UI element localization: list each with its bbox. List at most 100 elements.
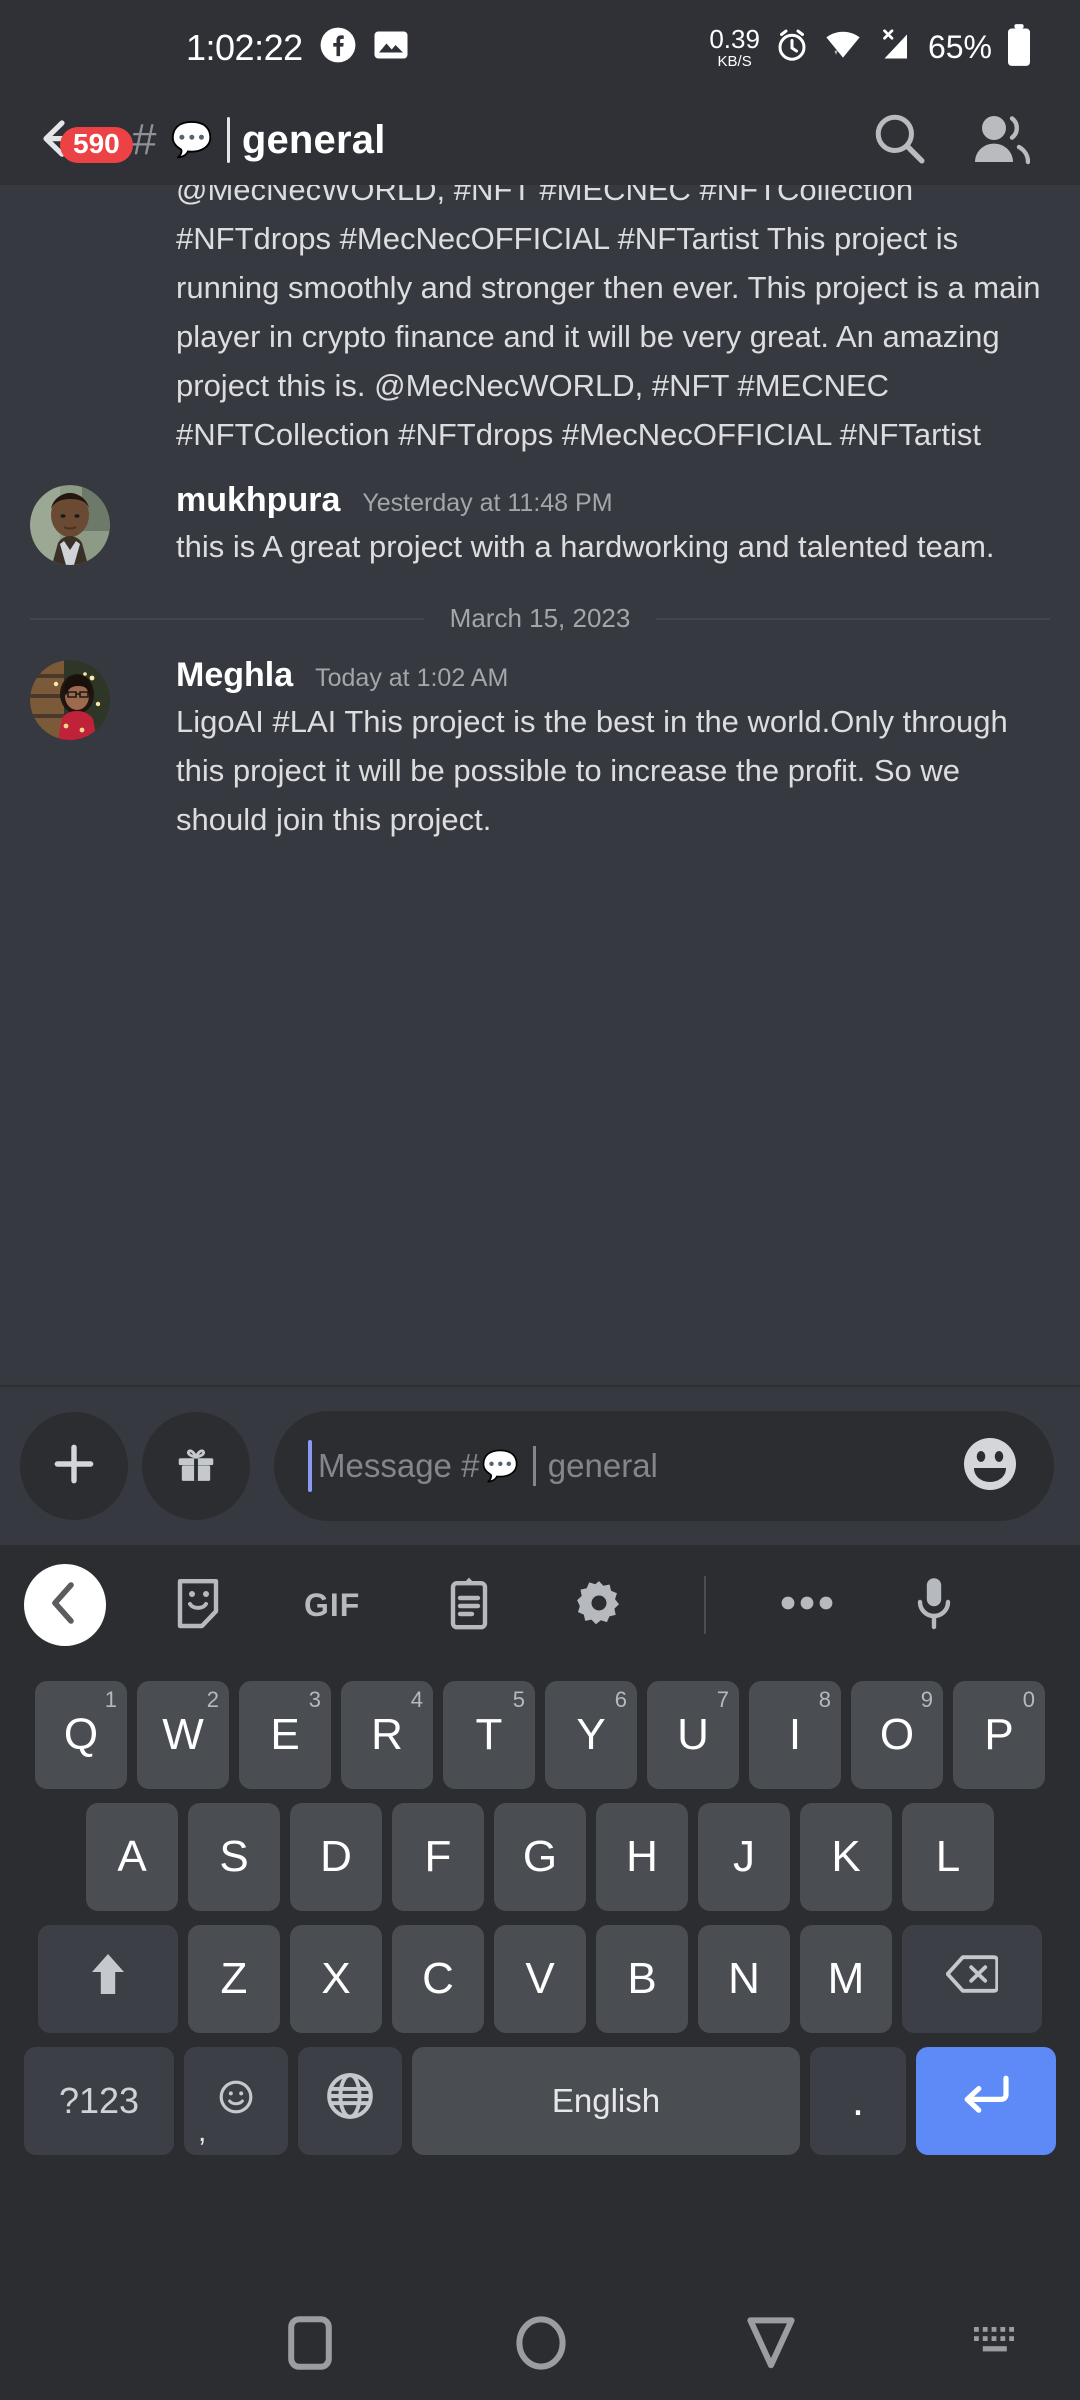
key-s[interactable]: S <box>188 1803 280 1911</box>
keyboard-settings-button[interactable] <box>574 1578 624 1633</box>
home-button[interactable] <box>516 2315 566 2375</box>
period-key[interactable]: . <box>810 2047 906 2155</box>
key-n[interactable]: N <box>698 1925 790 2033</box>
facebook-icon <box>319 26 357 69</box>
image-icon <box>373 29 409 66</box>
gif-button[interactable]: GIF <box>304 1587 360 1624</box>
space-key[interactable]: English <box>412 2047 800 2155</box>
back-button[interactable]: 590 <box>34 105 133 175</box>
on-screen-keyboard[interactable]: 1Q 2W 3E 4R 5T 6Y 7U 8I 9O 0P A S D F G … <box>0 1665 1080 2290</box>
wifi-icon <box>824 29 862 66</box>
sticker-icon <box>174 1576 222 1635</box>
status-bar-left: 1:02:22 <box>186 26 409 69</box>
key-label: U <box>677 1710 709 1759</box>
key-sup: 2 <box>206 1687 219 1712</box>
battery-percent: 65% <box>927 29 992 65</box>
key-sup: 8 <box>818 1687 831 1712</box>
key-e[interactable]: 3E <box>239 1681 331 1789</box>
key-q[interactable]: 1Q <box>35 1681 127 1789</box>
gift-button[interactable] <box>142 1412 250 1520</box>
more-dots-icon <box>780 1593 834 1618</box>
sticker-button[interactable] <box>174 1576 222 1635</box>
key-y[interactable]: 6Y <box>545 1681 637 1789</box>
header-actions <box>872 111 1031 170</box>
keyboard-back-button[interactable] <box>24 1564 106 1646</box>
message-body: mukhpura Yesterday at 11:48 PM this is A… <box>110 481 1050 571</box>
symbols-key[interactable]: ?123 <box>24 2047 174 2155</box>
placeholder-separator <box>532 1446 536 1486</box>
key-label: E <box>270 1710 300 1759</box>
date-divider: March 15, 2023 <box>30 603 1051 634</box>
phone-screen: 1:02:22 0.39 KB/S 65% 590 # 💬 general @M… <box>0 0 1080 2400</box>
hide-keyboard-button[interactable] <box>972 2325 1018 2366</box>
key-f[interactable]: F <box>392 1803 484 1911</box>
gear-icon <box>574 1578 624 1633</box>
recents-button[interactable] <box>288 2315 332 2375</box>
key-d[interactable]: D <box>290 1803 382 1911</box>
chevron-left-icon <box>47 1581 83 1630</box>
enter-key[interactable] <box>916 2047 1056 2155</box>
comma-emoji-key[interactable]: , <box>184 2047 288 2155</box>
message-author[interactable]: Meghla <box>176 656 293 695</box>
status-bar-right: 0.39 KB/S 65% <box>709 23 1032 72</box>
key-x[interactable]: X <box>290 1925 382 2033</box>
text-caret <box>308 1440 312 1492</box>
message-list[interactable]: @MecNecWORLD, #NFT #MECNEC #NFTCollectio… <box>0 185 1080 1385</box>
key-m[interactable]: M <box>800 1925 892 2033</box>
backspace-key[interactable] <box>902 1925 1042 2033</box>
key-a[interactable]: A <box>86 1803 178 1911</box>
key-l[interactable]: L <box>902 1803 994 1911</box>
key-v[interactable]: V <box>494 1925 586 2033</box>
search-icon[interactable] <box>872 111 926 170</box>
battery-icon <box>1006 23 1032 72</box>
voice-input-button[interactable] <box>914 1575 954 1636</box>
key-k[interactable]: K <box>800 1803 892 1911</box>
backspace-icon <box>945 1954 1000 2005</box>
key-z[interactable]: Z <box>188 1925 280 2033</box>
more-options-button[interactable] <box>780 1593 834 1618</box>
network-speed-unit: KB/S <box>717 53 752 70</box>
message-author[interactable]: mukhpura <box>176 481 340 520</box>
key-j[interactable]: J <box>698 1803 790 1911</box>
members-icon[interactable] <box>972 111 1031 170</box>
emoji-button[interactable] <box>960 1434 1020 1499</box>
language-key[interactable] <box>298 2047 402 2155</box>
keyboard-toolbar: GIF <box>0 1545 1080 1665</box>
clipboard-button[interactable] <box>448 1576 490 1635</box>
speech-balloon-icon: 💬 <box>170 121 213 159</box>
keyboard-row-3: Z X C V B N M <box>6 1925 1074 2033</box>
key-p[interactable]: 0P <box>953 1681 1045 1789</box>
avatar[interactable] <box>30 660 110 740</box>
key-w[interactable]: 2W <box>137 1681 229 1789</box>
placeholder-suffix: general <box>547 1447 658 1484</box>
key-g[interactable]: G <box>494 1803 586 1911</box>
message-item[interactable]: mukhpura Yesterday at 11:48 PM this is A… <box>0 481 1080 571</box>
key-sup: 5 <box>512 1687 525 1712</box>
channel-name: general <box>241 117 386 162</box>
shift-key[interactable] <box>38 1925 178 2033</box>
message-timestamp: Today at 1:02 AM <box>315 664 509 692</box>
gift-icon <box>173 1441 219 1492</box>
clipboard-icon <box>448 1576 490 1635</box>
key-o[interactable]: 9O <box>851 1681 943 1789</box>
message-input[interactable]: Message # 💬 general <box>274 1411 1054 1521</box>
avatar[interactable] <box>30 485 110 565</box>
message-header: Meghla Today at 1:02 AM <box>176 656 1050 695</box>
back-triangle-icon <box>746 2316 796 2375</box>
keyboard-row-2: A S D F G H J K L <box>6 1803 1074 1911</box>
globe-icon <box>325 2071 375 2132</box>
back-button[interactable] <box>746 2316 796 2375</box>
key-b[interactable]: B <box>596 1925 688 2033</box>
key-u[interactable]: 7U <box>647 1681 739 1789</box>
key-i[interactable]: 8I <box>749 1681 841 1789</box>
key-h[interactable]: H <box>596 1803 688 1911</box>
key-c[interactable]: C <box>392 1925 484 2033</box>
key-t[interactable]: 5T <box>443 1681 535 1789</box>
comma-label: , <box>198 2115 207 2148</box>
add-attachment-button[interactable] <box>20 1412 128 1520</box>
key-label: T <box>475 1710 503 1759</box>
speech-balloon-icon: 💬 <box>481 1449 519 1483</box>
key-r[interactable]: 4R <box>341 1681 433 1789</box>
signal-x-icon <box>876 27 914 68</box>
message-item[interactable]: Meghla Today at 1:02 AM LigoAI #LAI This… <box>0 656 1080 844</box>
